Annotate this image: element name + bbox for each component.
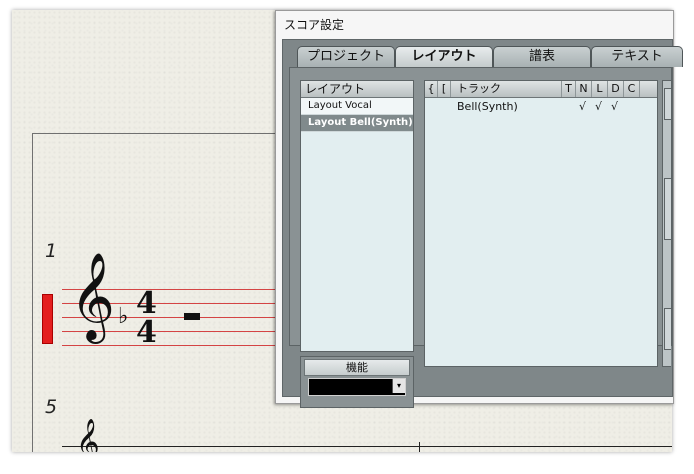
column-track[interactable]: トラック <box>451 81 562 97</box>
right-option-stub <box>664 178 671 240</box>
column-n[interactable]: N <box>576 81 592 97</box>
function-select[interactable]: ▾ <box>308 378 406 396</box>
column-t[interactable]: T <box>562 81 576 97</box>
tab-text[interactable]: テキスト <box>591 46 683 67</box>
track-table-header: { [ トラック T N L D C <box>425 81 657 98</box>
key-signature-flat[interactable]: ♭ <box>118 304 128 329</box>
column-bracket[interactable]: [ <box>438 81 451 97</box>
track-table: { [ トラック T N L D C Bell(Synth) √ √ √ <box>424 80 658 367</box>
staff-line <box>62 345 292 346</box>
track-l-check[interactable]: √ <box>595 100 602 113</box>
staff-line-second-system <box>62 446 672 447</box>
layout-list-item-bell-synth[interactable]: Layout Bell(Synth) <box>301 115 413 132</box>
function-group: 機能 ▾ <box>300 356 414 408</box>
active-staff-marker[interactable] <box>42 294 53 344</box>
time-signature-bottom[interactable]: 4 <box>136 318 157 348</box>
barline <box>419 442 420 452</box>
track-name-cell: Bell(Synth) <box>457 100 518 113</box>
layout-tab-content: レイアウト Layout Vocal Layout Bell(Synth) 機能… <box>289 67 672 408</box>
chevron-down-icon[interactable]: ▾ <box>392 379 405 393</box>
column-l[interactable]: L <box>592 81 608 97</box>
whole-rest[interactable] <box>184 313 200 320</box>
tab-project[interactable]: プロジェクト <box>297 46 395 67</box>
track-d-check[interactable]: √ <box>611 100 618 113</box>
layout-list-item-vocal[interactable]: Layout Vocal <box>301 98 413 115</box>
column-brace[interactable]: { <box>425 81 438 97</box>
measure-number-5: 5 <box>45 396 58 418</box>
measure-number-1: 1 <box>45 240 58 262</box>
right-option-stub <box>664 308 671 350</box>
dialog-body: プロジェクト レイアウト 譜表 テキスト レイアウト Layout Vocal … <box>282 39 683 408</box>
column-d[interactable]: D <box>608 81 624 97</box>
right-option-stub <box>664 88 671 120</box>
treble-clef-icon[interactable]: 𝄞 <box>70 258 115 334</box>
track-n-check[interactable]: √ <box>579 100 586 113</box>
treble-clef-icon-second-system[interactable]: 𝄞 <box>76 422 100 452</box>
layout-list-panel: レイアウト Layout Vocal Layout Bell(Synth) <box>300 80 414 352</box>
column-c[interactable]: C <box>624 81 640 97</box>
score-settings-dialog: スコア設定 プロジェクト レイアウト 譜表 テキスト レイアウト Layout … <box>275 10 683 408</box>
function-button[interactable]: 機能 <box>304 359 410 376</box>
layout-list-header: レイアウト <box>301 81 413 98</box>
tab-staff[interactable]: 譜表 <box>493 46 591 67</box>
tab-layout[interactable]: レイアウト <box>395 46 493 67</box>
dialog-title: スコア設定 <box>284 18 345 32</box>
